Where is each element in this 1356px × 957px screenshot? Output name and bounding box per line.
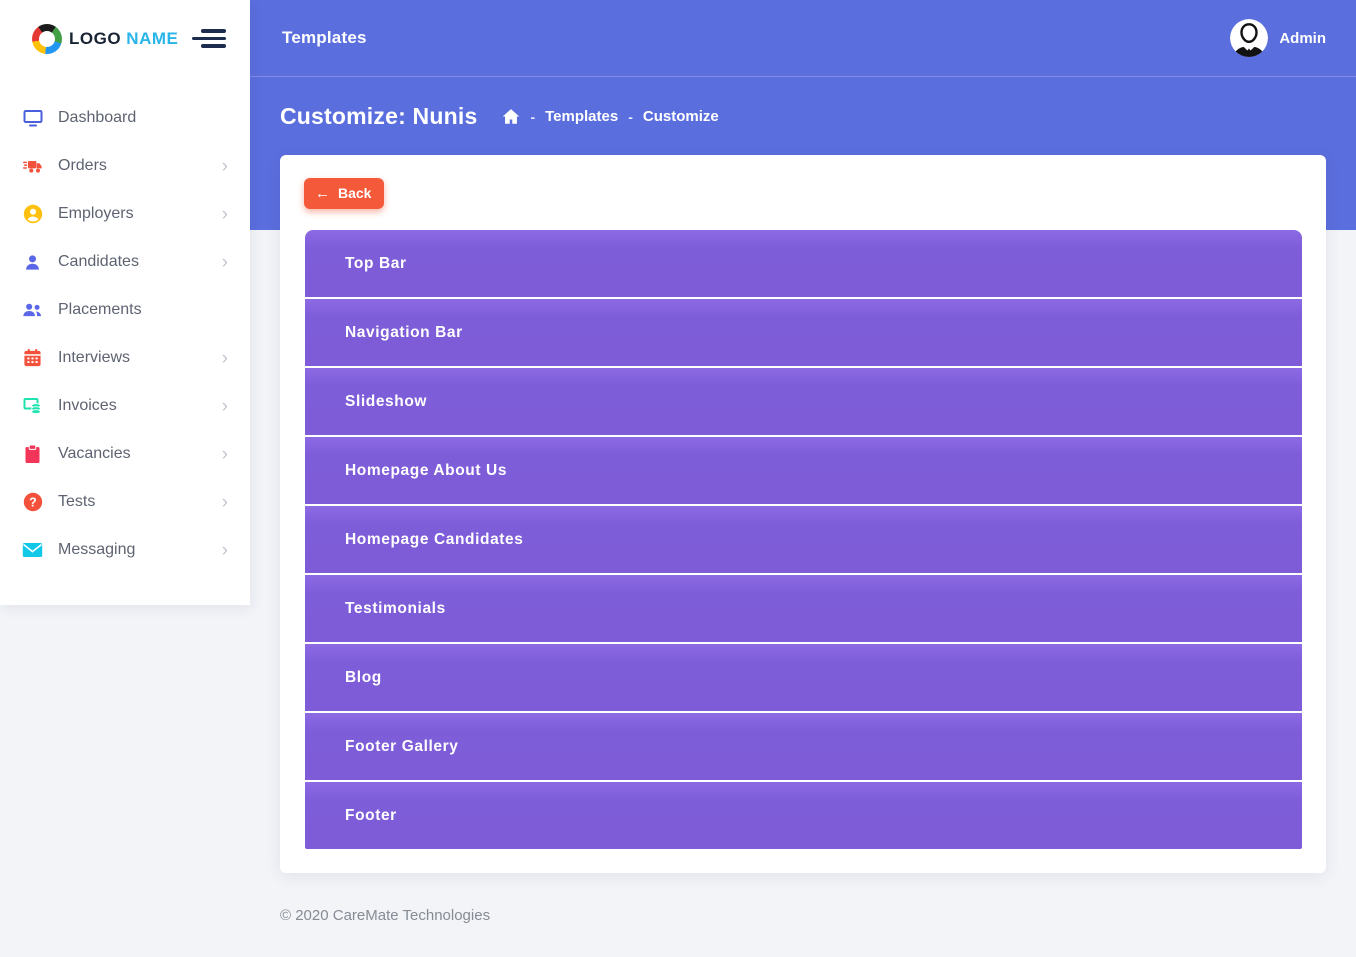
sidebar-item-label: Dashboard	[58, 109, 228, 127]
logo-text-secondary: NAME	[126, 29, 178, 48]
customize-card: ← Back Top Bar Navigation Bar Slideshow …	[280, 155, 1326, 873]
sidebar-item-label: Tests	[58, 493, 222, 511]
section-item-homepage-candidates[interactable]: Homepage Candidates	[305, 506, 1302, 573]
sidebar-item-label: Employers	[58, 205, 222, 223]
section-item-footer-gallery[interactable]: Footer Gallery	[305, 713, 1302, 780]
svg-text:?: ?	[29, 495, 37, 509]
chevron-right-icon: ›	[222, 397, 228, 416]
chevron-right-icon: ›	[222, 205, 228, 224]
sidebar-item-label: Invoices	[58, 397, 222, 415]
sidebar-item-vacancies[interactable]: Vacancies ›	[0, 430, 250, 478]
sidebar-item-label: Candidates	[58, 253, 222, 271]
back-button[interactable]: ← Back	[304, 178, 384, 209]
chevron-right-icon: ›	[222, 445, 228, 464]
chevron-right-icon: ›	[222, 349, 228, 368]
sidebar-item-candidates[interactable]: Candidates ›	[0, 238, 250, 286]
copyright-text: © 2020 CareMate Technologies	[280, 907, 490, 924]
sidebar-toggle-hamburger-icon[interactable]	[192, 25, 226, 52]
breadcrumb-item-templates[interactable]: Templates	[545, 108, 618, 125]
sidebar-item-label: Messaging	[58, 541, 222, 559]
question-circle-icon: ?	[22, 492, 43, 513]
sidebar-item-orders[interactable]: Orders ›	[0, 142, 250, 190]
sidebar-item-tests[interactable]: ? Tests ›	[0, 478, 250, 526]
section-item-blog[interactable]: Blog	[305, 644, 1302, 711]
sidebar-item-interviews[interactable]: Interviews ›	[0, 334, 250, 382]
users-icon	[22, 300, 43, 321]
page-title: Customize: Nunis	[280, 103, 477, 130]
truck-icon	[22, 156, 43, 177]
sidebar-item-placements[interactable]: Placements	[0, 286, 250, 334]
sidebar-item-employers[interactable]: Employers ›	[0, 190, 250, 238]
sidebar-item-label: Interviews	[58, 349, 222, 367]
sidebar-header: LOGO NAME	[0, 0, 250, 77]
navbar-title: Templates	[282, 28, 367, 48]
invoice-icon	[22, 396, 43, 417]
sidebar-item-label: Orders	[58, 157, 222, 175]
sidebar-menu: Dashboard Orders › Employers › Candidate…	[0, 77, 250, 574]
chevron-right-icon: ›	[222, 157, 228, 176]
breadcrumb-separator: -	[530, 109, 535, 125]
breadcrumb: - Templates - Customize	[502, 108, 718, 125]
chevron-right-icon: ›	[222, 493, 228, 512]
section-item-testimonials[interactable]: Testimonials	[305, 575, 1302, 642]
envelope-icon	[22, 540, 43, 561]
chevron-right-icon: ›	[222, 541, 228, 560]
calendar-icon	[22, 348, 43, 369]
back-arrow-icon: ←	[315, 186, 330, 201]
section-item-homepage-about-us[interactable]: Homepage About Us	[305, 437, 1302, 504]
template-sections-list: Top Bar Navigation Bar Slideshow Homepag…	[305, 230, 1302, 849]
chevron-right-icon: ›	[222, 253, 228, 272]
logo-text: LOGO NAME	[69, 29, 178, 49]
sidebar: LOGO NAME Dashboard Orders › Employers ›	[0, 0, 250, 605]
section-item-top-bar[interactable]: Top Bar	[305, 230, 1302, 297]
section-item-slideshow[interactable]: Slideshow	[305, 368, 1302, 435]
sidebar-item-invoices[interactable]: Invoices ›	[0, 382, 250, 430]
section-item-navigation-bar[interactable]: Navigation Bar	[305, 299, 1302, 366]
sidebar-item-messaging[interactable]: Messaging ›	[0, 526, 250, 574]
user-menu[interactable]: Admin	[1230, 19, 1326, 57]
sidebar-item-label: Vacancies	[58, 445, 222, 463]
user-name[interactable]: Admin	[1279, 30, 1326, 47]
sidebar-item-label: Placements	[58, 301, 228, 319]
breadcrumb-separator: -	[628, 109, 633, 125]
desktop-icon	[22, 108, 43, 129]
sidebar-item-dashboard[interactable]: Dashboard	[0, 94, 250, 142]
logo[interactable]: LOGO NAME	[32, 24, 178, 54]
top-navbar: Templates Admin	[250, 0, 1356, 77]
user-icon	[22, 252, 43, 273]
breadcrumb-item-customize[interactable]: Customize	[643, 108, 719, 125]
section-item-footer[interactable]: Footer	[305, 782, 1302, 849]
user-circle-icon	[22, 204, 43, 225]
logo-swirl-icon	[32, 24, 62, 54]
logo-text-primary: LOGO	[69, 29, 121, 48]
avatar[interactable]	[1230, 19, 1268, 57]
home-icon[interactable]	[502, 108, 520, 125]
back-button-label: Back	[338, 185, 371, 201]
clipboard-icon	[22, 444, 43, 465]
